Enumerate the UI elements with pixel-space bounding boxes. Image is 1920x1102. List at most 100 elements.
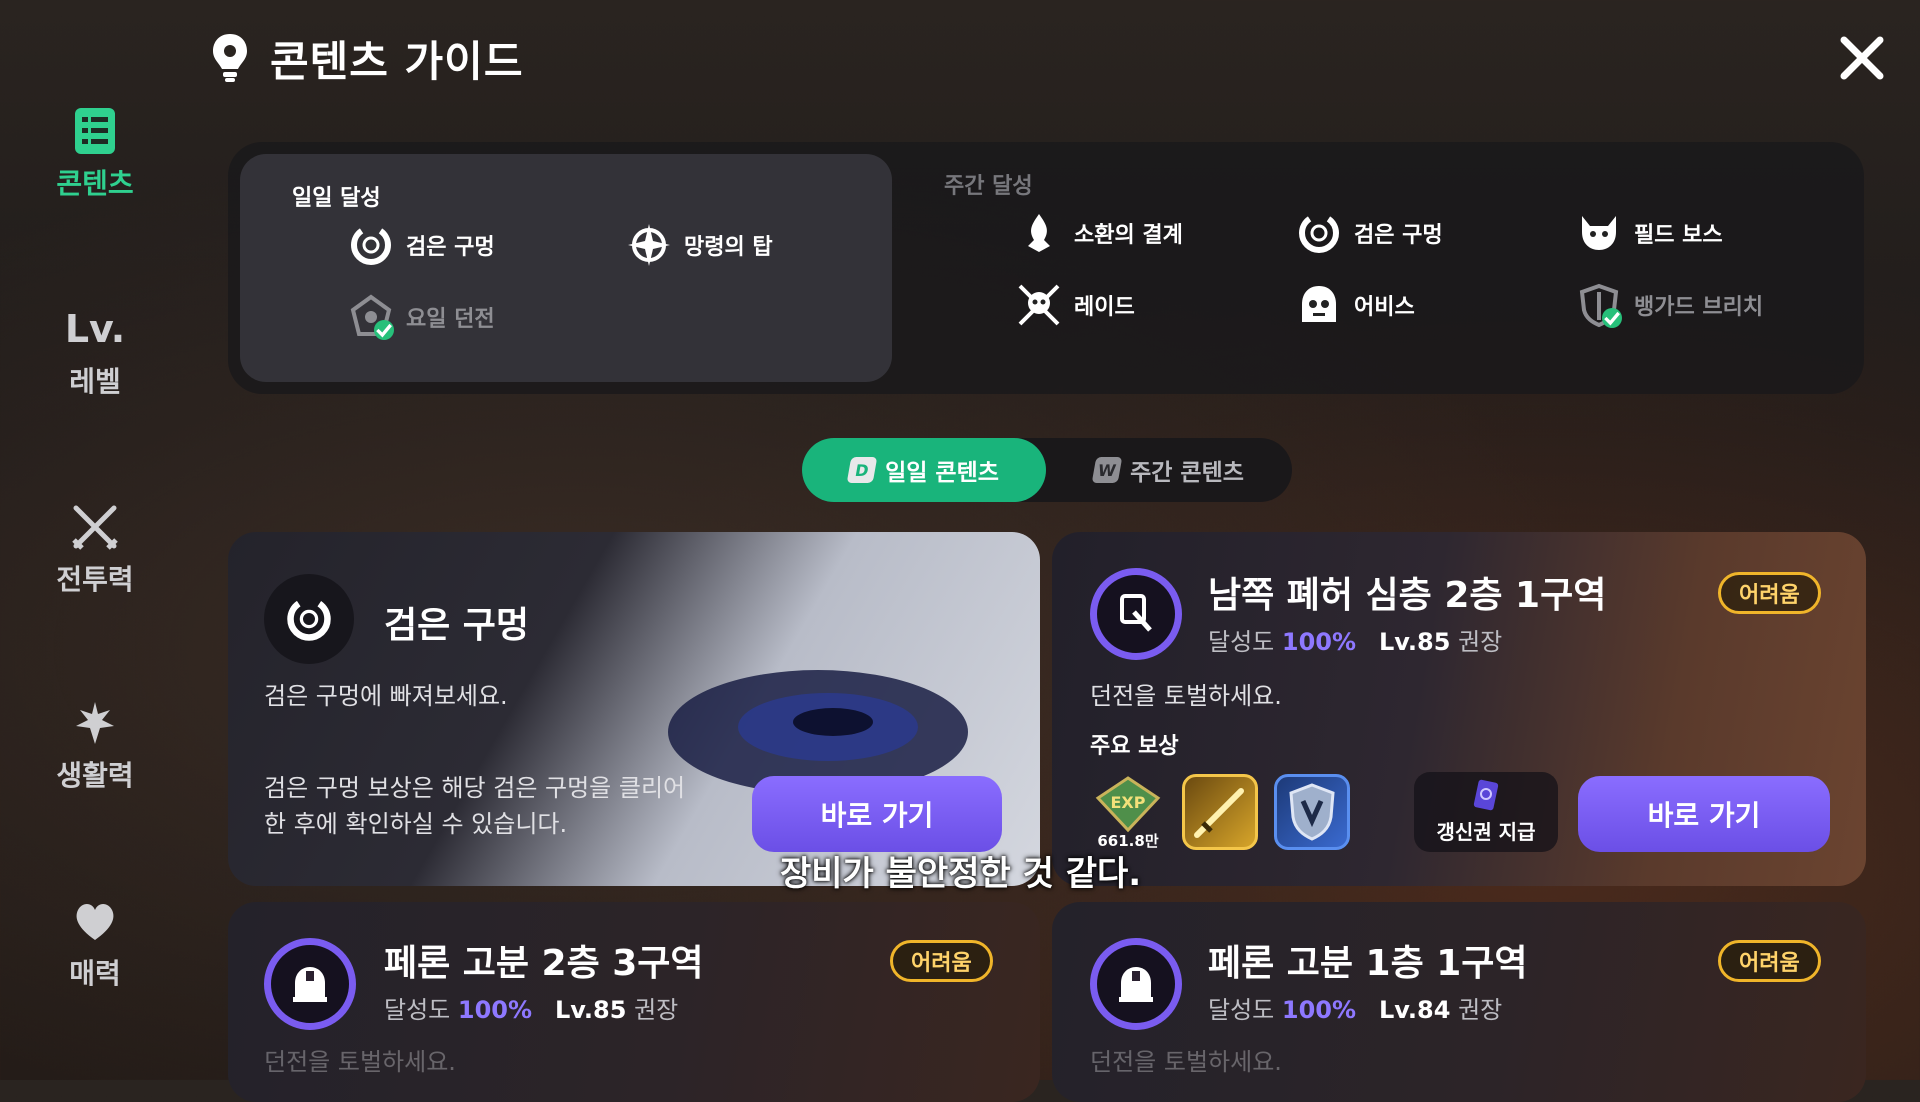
weekly-badge-icon: W [1091, 457, 1123, 483]
dungeon-emblem-icon [348, 294, 394, 340]
recommended-label: 권장 [634, 996, 679, 1024]
daily-item-weekday-dungeon[interactable]: 요일 던전 [348, 294, 495, 340]
difficulty-badge: 어려움 [1718, 940, 1821, 982]
progress-value: 100% [1281, 628, 1357, 656]
daily-item-label: 망령의 탑 [684, 235, 773, 260]
weekly-item-summon[interactable]: 소환의 결계 [1016, 210, 1183, 256]
card-meta: 달성도 100% Lv.85 권장 [384, 990, 678, 1025]
tab-label: 주간 콘텐츠 [1130, 460, 1244, 486]
sidebar-item-charm[interactable]: 매력 [0, 894, 190, 992]
progress-label: 달성도 [384, 996, 451, 1024]
ticket-label: 갱신권 지급 [1436, 820, 1536, 844]
card-title: 페론 고분 1층 1구역 [1208, 943, 1528, 984]
daily-achievement-label: 일일 달성 [292, 186, 381, 211]
weekly-item-vanguard-breach[interactable]: 뱅가드 브리치 [1576, 282, 1763, 328]
card-meta: 달성도 100% Lv.85 권장 [1208, 622, 1502, 657]
weekly-item-label: 필드 보스 [1634, 223, 1723, 248]
dialogue-subtitle: 장비가 불안정한 것 같다. [780, 854, 1142, 894]
weekly-item-label: 검은 구멍 [1354, 223, 1443, 248]
weekly-item-label: 어비스 [1354, 295, 1415, 320]
card-title: 페론 고분 2층 3구역 [384, 943, 704, 984]
heart-icon [76, 904, 114, 940]
svg-text:EXP: EXP [1111, 793, 1146, 812]
recommended-label: 권장 [1458, 628, 1503, 656]
dungeon-gate-icon [1120, 594, 1152, 632]
weekly-item-label: 소환의 결계 [1074, 223, 1183, 248]
swirl-icon [351, 225, 391, 265]
vanguard-shield-icon [1576, 282, 1622, 328]
skull-crossbones-icon [1018, 284, 1060, 326]
reward-exp[interactable]: EXP 661.8만 [1090, 774, 1166, 850]
swirl-icon [1299, 213, 1339, 253]
sidebar-item-life[interactable]: 생활력 [0, 696, 190, 794]
ticket-card-icon [1473, 779, 1499, 811]
south-ruins-card: 남쪽 폐허 심층 2층 1구역 어려움 달성도 100% Lv.85 권장 던전… [1052, 532, 1866, 886]
card-description: 던전을 토벌하세요. [1090, 1048, 1282, 1076]
close-icon[interactable] [1834, 30, 1890, 86]
exp-gem-icon: EXP [1095, 776, 1161, 833]
card-note-line2: 한 후에 확인하실 수 있습니다. [264, 810, 568, 838]
progress-label: 달성도 [1208, 628, 1275, 656]
sword-icon [1194, 788, 1244, 838]
dungeon-icon-badge [1090, 938, 1182, 1030]
recommended-label: 권장 [1458, 996, 1503, 1024]
sidebar-item-label: 레벨 [69, 365, 121, 398]
peron-1-1-card: 페론 고분 1층 1구역 어려움 달성도 100% Lv.84 권장 던전을 토… [1052, 902, 1866, 1102]
tab-daily-content[interactable]: D 일일 콘텐츠 [802, 438, 1046, 502]
progress-value: 100% [1281, 996, 1357, 1024]
weekly-item-label: 뱅가드 브리치 [1634, 295, 1764, 320]
weekly-item-field-boss[interactable]: 필드 보스 [1576, 210, 1723, 256]
header: 콘텐츠 가이드 [210, 28, 523, 88]
weekly-item-raid[interactable]: 레이드 [1016, 282, 1135, 328]
daily-item-label: 검은 구멍 [406, 235, 495, 260]
recommended-level: Lv.85 [554, 996, 627, 1024]
recommended-level: Lv.85 [1378, 628, 1451, 656]
goto-button[interactable]: 바로 가기 [1578, 776, 1830, 852]
tab-label: 일일 콘텐츠 [885, 460, 999, 486]
reward-emblem[interactable] [1274, 774, 1350, 850]
crossed-swords-icon [72, 505, 118, 550]
sidebar-item-label: 전투력 [56, 563, 134, 596]
daily-item-black-hole[interactable]: 검은 구멍 [348, 222, 495, 268]
daily-item-tower[interactable]: 망령의 탑 [626, 222, 773, 268]
daily-badge-icon: D [846, 457, 878, 483]
summon-flame-icon [1028, 214, 1050, 252]
progress-label: 달성도 [1208, 996, 1275, 1024]
card-title: 남쪽 폐허 심층 2층 1구역 [1208, 575, 1607, 616]
card-note-line1: 검은 구멍 보상은 해당 검은 구멍을 클리어 [264, 774, 686, 802]
daily-achievement-box: 일일 달성 검은 구멍 망령의 탑 요일 던전 [240, 154, 892, 382]
sidebar-item-contents[interactable]: 콘텐츠 [0, 104, 190, 202]
weekly-item-black-hole[interactable]: 검은 구멍 [1296, 210, 1443, 256]
sidebar-item-label: 생활력 [56, 759, 134, 792]
sidebar-item-combat[interactable]: 전투력 [0, 500, 190, 598]
card-title: 검은 구멍 [384, 605, 530, 646]
tomb-icon [1119, 967, 1153, 1002]
weekly-achievement-label: 주간 달성 [944, 174, 1033, 199]
card-meta: 달성도 100% Lv.84 권장 [1208, 990, 1502, 1025]
sidebar-item-level[interactable]: Lv. 레벨 [0, 302, 190, 400]
page-title: 콘텐츠 가이드 [270, 36, 524, 86]
weekly-item-abyss[interactable]: 어비스 [1296, 282, 1415, 328]
abyss-mask-icon [1302, 286, 1336, 322]
black-hole-card: 검은 구멍 검은 구멍에 빠져보세요. 검은 구멍 보상은 해당 검은 구멍을 … [228, 532, 1040, 886]
difficulty-badge: 어려움 [1718, 572, 1821, 614]
achievement-panel: 일일 달성 검은 구멍 망령의 탑 요일 던전 주간 달성 소환의 결계 검은 … [228, 142, 1864, 394]
list-icon [75, 108, 115, 154]
daily-item-label: 요일 던전 [406, 307, 495, 332]
renewal-ticket[interactable]: 갱신권 지급 [1414, 772, 1558, 852]
recommended-level: Lv.84 [1378, 996, 1451, 1024]
dungeon-icon-badge [1090, 568, 1182, 660]
shield-emblem-icon [1289, 783, 1335, 841]
progress-value: 100% [457, 996, 533, 1024]
weekly-item-label: 레이드 [1074, 295, 1135, 320]
sidebar: 콘텐츠 Lv. 레벨 전투력 생활력 매력 [0, 0, 190, 1080]
card-description: 던전을 토벌하세요. [264, 1048, 456, 1076]
sidebar-item-label: 매력 [69, 957, 121, 990]
tomb-icon [293, 967, 327, 1002]
reward-weapon[interactable] [1182, 774, 1258, 850]
plant-icon [76, 702, 114, 744]
level-icon: Lv. [64, 307, 126, 351]
card-description: 검은 구멍에 빠져보세요. [264, 682, 508, 710]
tab-weekly-content[interactable]: W 주간 콘텐츠 [1046, 438, 1292, 502]
goto-button[interactable]: 바로 가기 [752, 776, 1002, 852]
